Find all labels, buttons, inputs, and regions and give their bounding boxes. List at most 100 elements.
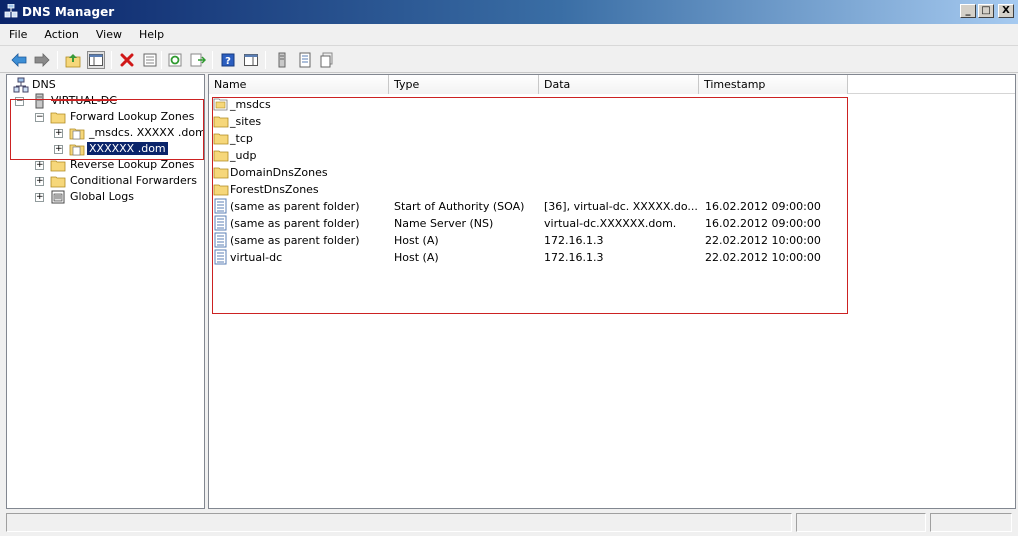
tree-label-reverse-zones: Reverse Lookup Zones	[70, 158, 195, 171]
list-item[interactable]: (same as parent folder) Start of Authorit…	[209, 198, 849, 215]
zone-icon	[69, 144, 85, 156]
properties-icon[interactable]	[141, 51, 159, 69]
menu-bar: File Action View Help	[0, 24, 1018, 45]
dns-root-icon	[13, 77, 29, 93]
cell-name: (same as parent folder)	[230, 217, 360, 230]
cell-name: (same as parent folder)	[230, 200, 360, 213]
menu-action[interactable]: Action	[44, 28, 78, 41]
refresh-icon[interactable]	[166, 51, 184, 69]
export-list-icon[interactable]	[189, 51, 207, 69]
tree-item-server[interactable]: − VIRTUAL-DC	[7, 93, 204, 109]
tree-item-zone-main[interactable]: + XXXXXX .dom	[7, 141, 204, 157]
cell-type: Host (A)	[394, 234, 439, 247]
cell-type: Name Server (NS)	[394, 217, 494, 230]
column-header-data[interactable]: Data	[539, 75, 699, 94]
tree-item-dns[interactable]: DNS	[7, 77, 204, 93]
menu-view[interactable]: View	[96, 28, 122, 41]
cell-timestamp: 22.02.2012 10:00:00	[705, 251, 821, 264]
list-item[interactable]: virtual-dc Host (A) 172.16.1.3 22.02.2012 1…	[209, 249, 849, 266]
zone-record-icon[interactable]	[296, 51, 314, 69]
tree-item-conditional-forwarders[interactable]: + Conditional Forwarders	[7, 173, 204, 189]
cell-name: virtual-dc	[230, 251, 283, 264]
toolbar: ?	[0, 45, 1018, 73]
cell-timestamp: 22.02.2012 10:00:00	[705, 234, 821, 247]
record-icon	[214, 249, 227, 265]
cell-name: _msdcs	[230, 98, 271, 111]
show-hide-action-pane-icon[interactable]	[242, 51, 260, 69]
show-hide-tree-icon[interactable]	[87, 51, 105, 69]
list-item[interactable]: _msdcs	[209, 96, 849, 113]
cell-data: 172.16.1.3	[544, 234, 604, 247]
tree-label-conditional-forwarders: Conditional Forwarders	[70, 174, 198, 187]
results-list[interactable]: Name Type Data Timestamp _msdcs _sites _tc…	[208, 74, 1016, 509]
delete-icon[interactable]	[118, 51, 136, 69]
cell-type: Host (A)	[394, 251, 439, 264]
tree-item-zone-msdcs[interactable]: + _msdcs. XXXXX .dom	[7, 125, 204, 141]
close-button[interactable]: X	[998, 4, 1014, 18]
menu-file[interactable]: File	[9, 28, 27, 41]
cell-name: (same as parent folder)	[230, 234, 360, 247]
tree-label-zone-main: XXXXXX .dom	[87, 142, 168, 155]
list-item[interactable]: _udp	[209, 147, 849, 164]
list-item[interactable]: DomainDnsZones	[209, 164, 849, 181]
tree-label-dns: DNS	[32, 78, 56, 91]
expand-global-logs-icon[interactable]: +	[35, 193, 44, 202]
list-item[interactable]: (same as parent folder) Name Server (NS) v…	[209, 215, 849, 232]
collapse-forward-zones-icon[interactable]: −	[35, 113, 44, 122]
cell-name: _udp	[230, 149, 257, 162]
console-tree[interactable]: DNS − VIRTUAL-DC − Forward Lookup Zones …	[6, 74, 205, 509]
tree-item-reverse-zones[interactable]: + Reverse Lookup Zones	[7, 157, 204, 173]
cell-name: _tcp	[230, 132, 253, 145]
list-item[interactable]: _sites	[209, 113, 849, 130]
dns-server-icon[interactable]	[273, 51, 291, 69]
folder-icon	[213, 133, 229, 145]
tree-label-server: VIRTUAL-DC	[51, 94, 117, 107]
cell-name: _sites	[230, 115, 262, 128]
title-bar: DNS Manager _ □ X	[0, 0, 1018, 24]
zone-icon	[69, 128, 85, 140]
minimize-button[interactable]: _	[960, 4, 976, 18]
list-item[interactable]: ForestDnsZones	[209, 181, 849, 198]
folder-icon	[213, 184, 229, 196]
column-header-type[interactable]: Type	[389, 75, 539, 94]
expand-zone-main-icon[interactable]: +	[54, 145, 63, 154]
folder-icon	[50, 112, 66, 124]
server-icon	[35, 93, 44, 109]
maximize-button[interactable]: □	[978, 4, 994, 18]
status-panel-main	[6, 513, 792, 532]
folder-icon	[50, 176, 66, 188]
folder-icon	[213, 150, 229, 162]
folder-icon	[213, 116, 229, 128]
folder-icon	[50, 160, 66, 172]
cell-type: Start of Authority (SOA)	[394, 200, 525, 213]
folder-icon	[213, 167, 229, 179]
menu-help[interactable]: Help	[139, 28, 164, 41]
tree-label-forward-zones: Forward Lookup Zones	[70, 110, 195, 123]
tree-label-global-logs: Global Logs	[70, 190, 134, 203]
collapse-server-icon[interactable]: −	[15, 97, 24, 106]
record-icon	[214, 198, 227, 214]
back-arrow-icon[interactable]	[10, 51, 28, 69]
event-log-icon	[51, 190, 65, 204]
column-header-timestamp[interactable]: Timestamp	[699, 75, 848, 94]
up-folder-icon[interactable]	[64, 51, 82, 69]
record-icon	[214, 232, 227, 248]
record-icon	[214, 215, 227, 231]
expand-conditional-forwarders-icon[interactable]: +	[35, 177, 44, 186]
tree-item-global-logs[interactable]: + Global Logs	[7, 189, 204, 205]
zone-list-icon[interactable]	[318, 51, 336, 69]
expand-zone-msdcs-icon[interactable]: +	[54, 129, 63, 138]
column-header-name[interactable]: Name	[209, 75, 389, 94]
cell-name: ForestDnsZones	[230, 183, 319, 196]
tree-item-forward-zones[interactable]: − Forward Lookup Zones	[7, 109, 204, 125]
column-header-row: Name Type Data Timestamp	[209, 75, 1015, 94]
forward-arrow-icon[interactable]	[33, 51, 51, 69]
cell-data: 172.16.1.3	[544, 251, 604, 264]
expand-reverse-zones-icon[interactable]: +	[35, 161, 44, 170]
status-panel-3	[930, 513, 1012, 532]
list-item[interactable]: (same as parent folder) Host (A) 172.16.1.…	[209, 232, 849, 249]
help-icon[interactable]: ?	[219, 51, 237, 69]
list-item[interactable]: _tcp	[209, 130, 849, 147]
tree-label-zone-msdcs: _msdcs. XXXXX .dom	[89, 126, 205, 139]
cell-timestamp: 16.02.2012 09:00:00	[705, 200, 821, 213]
